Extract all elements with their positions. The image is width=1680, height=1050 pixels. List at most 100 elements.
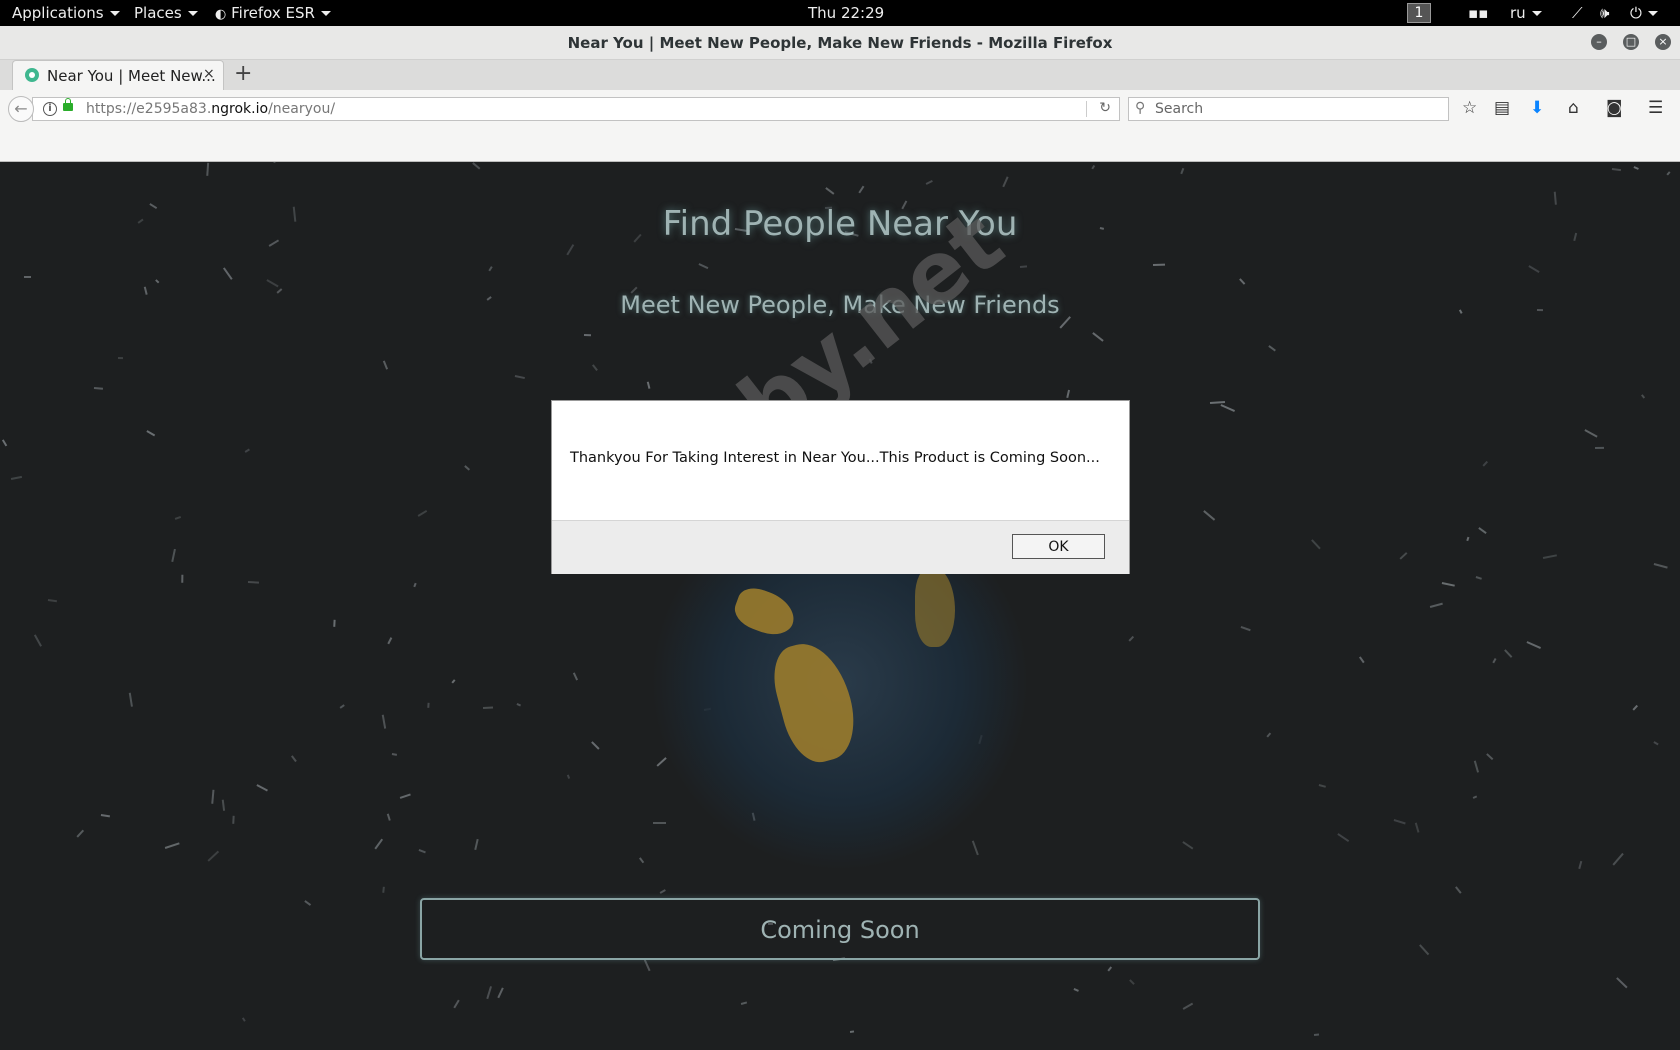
info-icon[interactable]: i (43, 102, 57, 116)
star-streak (849, 1030, 855, 1033)
downloads-icon[interactable]: ⬇ (1530, 98, 1544, 118)
star-streak (93, 387, 104, 390)
reading-list-icon[interactable]: ▤ (1494, 98, 1510, 118)
minimize-button[interactable]: – (1591, 34, 1607, 50)
star-streak (1220, 404, 1236, 412)
land-mass (915, 567, 955, 647)
star-streak (1337, 833, 1350, 842)
star-streak (47, 599, 58, 602)
url-text[interactable]: https://e2595a83.ngrok.io/nearyou/ (86, 101, 335, 117)
star-streak (1441, 582, 1455, 587)
star-streak (34, 634, 42, 647)
coming-soon-button[interactable]: Coming Soon (420, 898, 1260, 960)
star-streak (1393, 819, 1406, 824)
star-streak (382, 714, 387, 729)
star-streak (1313, 1033, 1320, 1036)
pocket-icon[interactable]: ◙ (1606, 98, 1623, 118)
star-streak (497, 987, 504, 999)
applications-menu[interactable]: Applications (12, 4, 120, 22)
star-streak (1542, 554, 1557, 559)
star-streak (488, 266, 493, 272)
star-streak (24, 276, 31, 278)
star-streak (1612, 852, 1624, 866)
star-streak (247, 581, 260, 584)
star-streak (472, 162, 481, 170)
chevron-down-icon (109, 11, 120, 16)
search-bar[interactable]: ⚲ (1128, 97, 1449, 121)
star-streak (222, 799, 226, 811)
star-streak (146, 430, 156, 436)
star-streak (516, 703, 521, 707)
star-streak (387, 813, 391, 821)
star-streak (825, 187, 835, 195)
star-streak (291, 755, 297, 762)
dialog-footer: OK (552, 520, 1129, 574)
close-window-button[interactable]: × (1655, 34, 1671, 50)
places-menu[interactable]: Places (134, 4, 198, 22)
star-streak (869, 358, 873, 364)
lock-icon[interactable] (63, 98, 73, 111)
star-streak (427, 702, 430, 708)
chevron-down-icon (320, 11, 331, 16)
star-streak (659, 889, 666, 894)
reload-icon[interactable]: ↻ (1099, 100, 1111, 116)
applications-label: Applications (12, 4, 104, 22)
url-domain: ngrok.io (211, 101, 269, 117)
clock[interactable]: Thu 22:29 (808, 4, 884, 22)
star-streak (1616, 977, 1628, 989)
star-streak (1182, 841, 1194, 850)
star-streak (242, 1017, 246, 1022)
star-streak (1128, 635, 1134, 642)
star-streak (451, 679, 456, 684)
ok-button[interactable]: OK (1012, 534, 1105, 559)
star-streak (583, 334, 592, 336)
star-streak (591, 741, 600, 750)
star-streak (514, 375, 525, 379)
star-streak (100, 814, 111, 817)
star-streak (567, 774, 571, 779)
star-streak (76, 829, 84, 838)
tab-near-you[interactable]: Near You | Meet New... × (12, 60, 224, 90)
star-streak (1318, 784, 1326, 788)
star-streak (244, 448, 250, 453)
power-icon[interactable]: ⏻ (1630, 4, 1658, 22)
workspace-indicator[interactable]: 1 (1407, 3, 1431, 23)
bookmark-star-icon[interactable]: ☆ (1462, 98, 1477, 118)
star-streak (1419, 944, 1430, 955)
star-streak (10, 475, 22, 480)
window-title: Near You | Meet New People, Make New Fri… (567, 34, 1113, 52)
new-tab-button[interactable]: + (234, 61, 252, 86)
star-streak (339, 704, 345, 709)
firefox-app-menu[interactable]: ◐ Firefox ESR (215, 4, 331, 24)
star-streak (1399, 552, 1408, 560)
star-streak (1019, 265, 1028, 268)
back-button[interactable]: ← (8, 96, 34, 122)
star-streak (972, 840, 979, 856)
url-bar[interactable]: i https://e2595a83.ngrok.io/nearyou/ ↻ (32, 97, 1120, 121)
close-tab-button[interactable]: × (203, 66, 215, 82)
star-streak (1584, 429, 1598, 438)
screen-recorder-icon[interactable]: ▪▪ (1468, 4, 1488, 22)
star-streak (1474, 760, 1480, 773)
star-streak (1152, 263, 1166, 266)
volume-icon[interactable]: 🕪 (1600, 4, 1609, 22)
star-streak (232, 815, 235, 824)
search-input[interactable] (1151, 98, 1445, 120)
star-streak (129, 692, 133, 707)
home-icon[interactable]: ⌂ (1568, 98, 1579, 118)
star-streak (1359, 656, 1365, 663)
star-streak (211, 789, 214, 804)
hamburger-menu-icon[interactable]: ☰ (1648, 98, 1663, 118)
language-menu[interactable]: ru (1510, 4, 1542, 22)
star-streak (399, 793, 411, 799)
star-streak (656, 757, 667, 767)
places-label: Places (134, 4, 182, 22)
star-streak (592, 364, 598, 371)
star-streak (1311, 539, 1321, 550)
maximize-button[interactable]: □ (1623, 34, 1639, 50)
network-icon[interactable]: ⟋ (1572, 4, 1583, 22)
star-streak (1415, 822, 1420, 833)
star-streak (333, 619, 336, 627)
star-streak (1129, 979, 1135, 985)
star-streak (256, 784, 268, 792)
